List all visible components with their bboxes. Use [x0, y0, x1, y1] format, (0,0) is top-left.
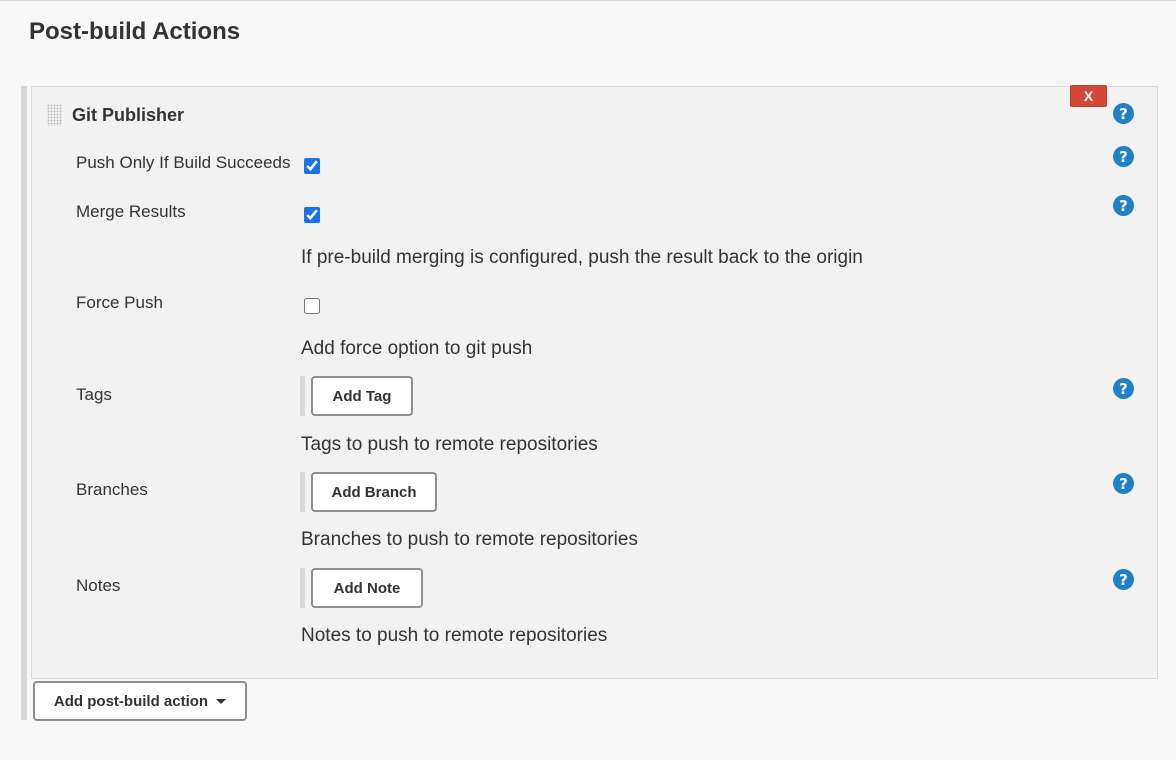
section-left-bar [21, 86, 27, 720]
add-post-build-action-label: Add post-build action [53, 692, 209, 710]
add-post-build-action-button[interactable]: Add post-build action [33, 681, 247, 721]
help-icon[interactable]: ? [1113, 195, 1134, 216]
merge-results-label: Merge Results [76, 202, 186, 221]
drag-handle-icon[interactable] [47, 104, 62, 126]
add-branch-button[interactable]: Add Branch [311, 472, 437, 512]
push-only-label: Push Only If Build Succeeds [76, 153, 291, 172]
force-push-checkbox[interactable] [304, 298, 320, 314]
publisher-title: Git Publisher [72, 105, 185, 125]
help-icon[interactable]: ? [1113, 473, 1134, 494]
add-note-button[interactable]: Add Note [311, 568, 423, 608]
help-icon[interactable]: ? [1113, 378, 1134, 399]
help-icon[interactable]: ? [1113, 103, 1134, 124]
help-icon[interactable]: ? [1113, 569, 1134, 590]
add-tag-button[interactable]: Add Tag [311, 376, 413, 416]
branches-description: Branches to push to remote repositories [301, 529, 638, 550]
tags-description: Tags to push to remote repositories [301, 434, 598, 455]
top-divider [0, 0, 1176, 1]
notes-description: Notes to push to remote repositories [301, 625, 608, 646]
force-push-description: Add force option to git push [301, 338, 533, 359]
merge-results-checkbox[interactable] [304, 207, 320, 223]
delete-publisher-button[interactable]: X [1070, 85, 1107, 107]
notes-label: Notes [76, 576, 121, 595]
push-only-checkbox[interactable] [304, 158, 320, 174]
branches-label: Branches [76, 480, 148, 499]
merge-results-description: If pre-build merging is configured, push… [301, 247, 863, 268]
force-push-label: Force Push [76, 293, 163, 312]
tags-repeat-bar [300, 376, 305, 416]
git-publisher-card [31, 86, 1158, 679]
section-title: Post-build Actions [29, 18, 241, 45]
caret-down-icon [216, 698, 227, 704]
notes-repeat-bar [300, 568, 305, 608]
tags-label: Tags [76, 385, 112, 404]
branches-repeat-bar [300, 472, 305, 512]
help-icon[interactable]: ? [1113, 146, 1134, 167]
